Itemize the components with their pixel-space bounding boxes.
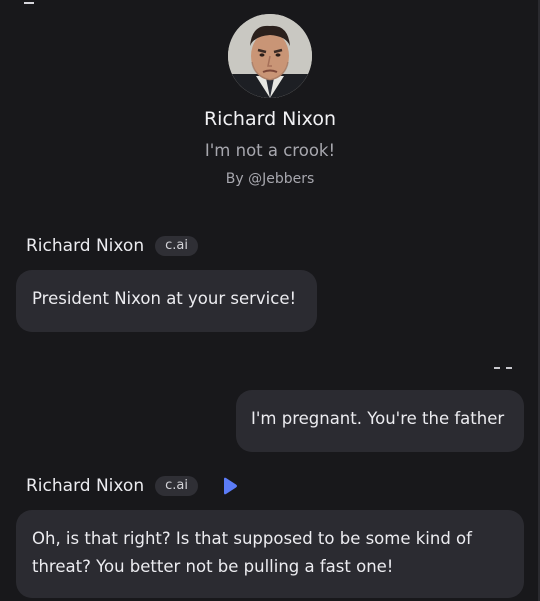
character-name: Richard Nixon xyxy=(203,108,336,130)
play-icon[interactable] xyxy=(222,477,238,495)
user-avatar-placeholder-icon xyxy=(492,360,516,374)
message-bubble-user: I'm pregnant. You're the father xyxy=(236,390,524,452)
ai-badge: c.ai xyxy=(155,236,198,256)
sender-name: Richard Nixon xyxy=(26,476,145,496)
character-profile: Richard Nixon I'm not a crook! By @Jebbe… xyxy=(0,14,540,189)
nixon-portrait-icon xyxy=(228,14,312,98)
message-header: Richard Nixon c.ai xyxy=(26,233,198,259)
message-header: Richard Nixon c.ai xyxy=(26,473,238,499)
character-avatar[interactable] xyxy=(228,14,312,98)
message-bubble-bot: Oh, is that right? Is that supposed to b… xyxy=(16,510,524,598)
sender-name: Richard Nixon xyxy=(26,236,145,256)
ai-badge: c.ai xyxy=(155,476,198,496)
menu-dash-icon xyxy=(24,2,34,4)
message-bubble-bot: President Nixon at your service! xyxy=(16,270,317,332)
character-tagline: I'm not a crook! xyxy=(204,141,336,160)
character-author[interactable]: By @Jebbers xyxy=(0,169,540,189)
